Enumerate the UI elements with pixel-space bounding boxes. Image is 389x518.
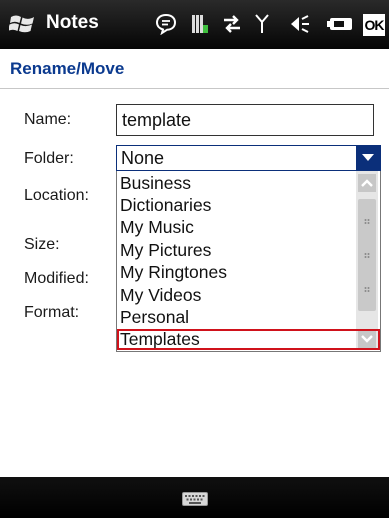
soft-key-bar: [0, 477, 389, 518]
folder-option[interactable]: Dictionaries: [120, 194, 211, 216]
folder-select[interactable]: None: [116, 145, 381, 171]
grip-icon: [364, 219, 370, 224]
grip-icon: [364, 253, 370, 258]
folder-label: Folder:: [24, 150, 74, 167]
data-arrows-icon[interactable]: [220, 10, 244, 38]
selection-highlight: [117, 329, 380, 350]
folder-option[interactable]: My Ringtones: [120, 261, 227, 283]
scrollbar-thumb[interactable]: [358, 199, 376, 311]
name-label: Name:: [24, 111, 72, 128]
folder-option[interactable]: My Pictures: [120, 239, 211, 261]
page-title: Rename/Move: [10, 59, 125, 78]
modified-label: Modified:: [24, 270, 89, 287]
format-label: Format:: [24, 304, 80, 321]
signal-bars-icon[interactable]: [190, 10, 210, 38]
folder-option[interactable]: My Music: [120, 216, 194, 238]
speech-bubble-icon[interactable]: [154, 10, 178, 38]
size-label: Size:: [24, 236, 60, 253]
name-input[interactable]: template: [116, 104, 374, 136]
dropdown-scrollbar[interactable]: [356, 171, 378, 350]
grip-icon: [364, 287, 370, 292]
chevron-up-icon[interactable]: [358, 174, 376, 192]
ok-button[interactable]: OK: [363, 14, 385, 36]
title-bar: Notes OK: [0, 0, 389, 49]
chevron-down-icon[interactable]: [356, 146, 380, 170]
folder-dropdown-list: Business Dictionaries My Music My Pictur…: [116, 171, 381, 352]
antenna-icon[interactable]: [254, 10, 270, 38]
folder-option[interactable]: Business: [120, 172, 191, 194]
speaker-icon[interactable]: [289, 10, 311, 38]
windows-start-icon[interactable]: [9, 13, 37, 35]
battery-icon[interactable]: [326, 10, 354, 38]
folder-selected-value: None: [121, 148, 165, 168]
app-title: Notes: [46, 12, 99, 33]
keyboard-icon[interactable]: [182, 492, 208, 506]
page-header: Rename/Move: [0, 49, 389, 89]
location-label: Location:: [24, 187, 89, 204]
folder-option[interactable]: My Videos: [120, 284, 201, 306]
folder-option[interactable]: Personal: [120, 306, 189, 328]
